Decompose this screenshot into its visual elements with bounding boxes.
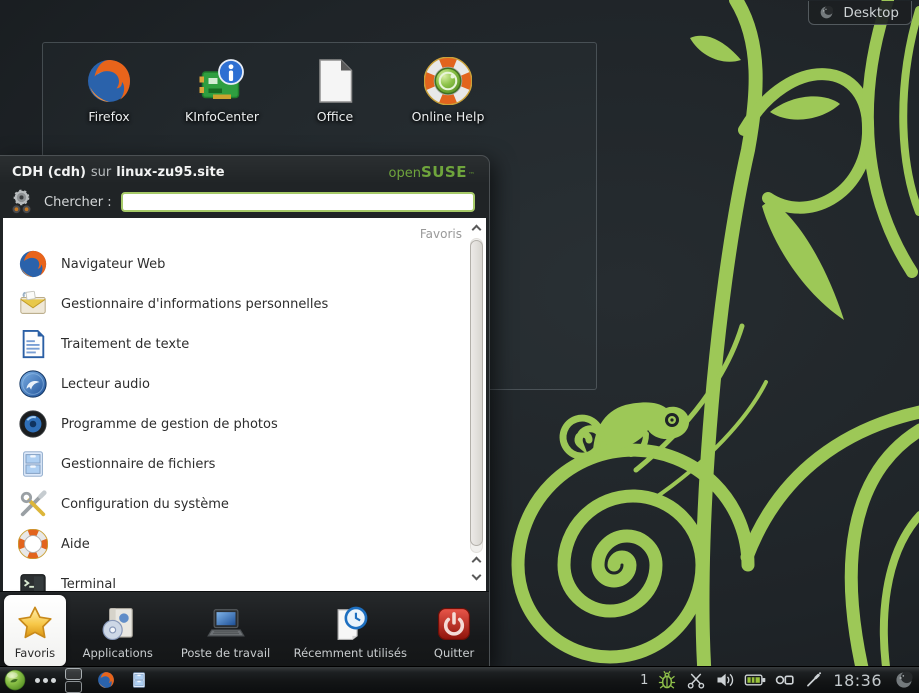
menu-item-system-settings[interactable]: Configuration du système xyxy=(3,484,466,524)
photo-manager-icon xyxy=(18,409,48,439)
search-label: Chercher : xyxy=(44,195,112,210)
menu-item-web-browser[interactable]: Navigateur Web xyxy=(3,244,466,284)
tab-recently-used[interactable]: Récemment utilisés xyxy=(281,592,419,666)
desktop-icon-kinfocenter[interactable]: KInfoCenter xyxy=(167,57,277,124)
tab-favorites[interactable]: Favoris xyxy=(4,595,66,666)
power-icon xyxy=(435,605,473,643)
menu-item-label: Gestionnaire d'informations personnelles xyxy=(61,297,328,312)
file-manager-taskbar-icon[interactable] xyxy=(130,671,148,689)
desktop-icon-label: KInfoCenter xyxy=(185,109,259,124)
application-launcher-button[interactable] xyxy=(4,669,26,691)
desktop-2-switch[interactable] xyxy=(65,681,82,693)
section-label: Favoris xyxy=(420,227,462,241)
tab-leave[interactable]: Quitter xyxy=(419,592,489,666)
menu-item-label: Gestionnaire de fichiers xyxy=(61,457,215,472)
tab-label: Quitter xyxy=(434,646,474,660)
search-input[interactable] xyxy=(121,192,475,212)
menu-item-label: Terminal xyxy=(61,577,116,592)
scrollbar-thumb[interactable] xyxy=(470,240,483,546)
menu-item-photo-manager[interactable]: Programme de gestion de photos xyxy=(3,404,466,444)
network-tool-icon[interactable] xyxy=(804,671,822,689)
host-name: linux-zu95.site xyxy=(116,165,224,180)
word-processor-icon xyxy=(18,329,48,359)
logo-open-text: open xyxy=(389,166,421,181)
desktop-icon-label: Firefox xyxy=(88,109,129,124)
scroll-up-icon[interactable] xyxy=(472,557,482,567)
virtual-desktop-pager[interactable] xyxy=(65,668,82,693)
computer-icon xyxy=(207,605,245,643)
menu-item-terminal[interactable]: Terminal xyxy=(3,564,466,591)
user-name: CDH (cdh) xyxy=(12,165,86,180)
panel-cashew-icon[interactable] xyxy=(893,669,915,691)
digital-clock[interactable]: 18:36 xyxy=(833,671,882,690)
star-icon xyxy=(16,605,54,643)
kontact-icon xyxy=(18,289,48,319)
tray-number: 1 xyxy=(640,673,648,688)
battery-icon[interactable] xyxy=(744,669,766,691)
kickoff-menu: CDH (cdh) sur linux-zu95.site openSUSE™ … xyxy=(0,155,490,667)
menu-item-pim[interactable]: Gestionnaire d'informations personnelles xyxy=(3,284,466,324)
audio-player-icon xyxy=(18,369,48,399)
menu-item-audio-player[interactable]: Lecteur audio xyxy=(3,364,466,404)
toolbox-label: Desktop xyxy=(843,5,899,21)
clipboard-scissors-icon[interactable] xyxy=(686,670,706,690)
desktop-icon-office[interactable]: Office xyxy=(280,57,390,124)
tab-label: Poste de travail xyxy=(181,646,270,660)
tab-computer[interactable]: Poste de travail xyxy=(170,592,282,666)
volume-icon[interactable] xyxy=(715,670,735,690)
firefox-icon xyxy=(85,57,133,105)
menu-item-label: Navigateur Web xyxy=(61,257,165,272)
file-manager-icon xyxy=(18,449,48,479)
kinfocenter-icon xyxy=(198,57,246,105)
desktop-1-switch[interactable] xyxy=(65,668,82,680)
kickoff-tab-bar: Favoris Applications Poste de travail Ré… xyxy=(0,591,489,666)
menu-item-file-manager[interactable]: Gestionnaire de fichiers xyxy=(3,444,466,484)
firefox-taskbar-icon[interactable] xyxy=(97,671,115,689)
panel-dots-menu[interactable] xyxy=(35,678,56,683)
desktop-toolbox[interactable]: Desktop xyxy=(808,1,912,25)
recent-icon xyxy=(331,605,369,643)
applications-icon xyxy=(99,605,137,643)
logo-trademark: ™ xyxy=(468,171,475,179)
menu-item-label: Lecteur audio xyxy=(61,377,150,392)
search-tool-icon xyxy=(8,189,35,216)
cashew-icon xyxy=(818,4,835,21)
scrollbar[interactable] xyxy=(469,222,484,587)
title-separator: sur xyxy=(91,165,111,180)
desktop-icon-online-help[interactable]: Online Help xyxy=(393,57,503,124)
logo-suse-text: SUSE xyxy=(421,163,467,181)
tab-applications[interactable]: Applications xyxy=(66,592,170,666)
menu-item-help[interactable]: Aide xyxy=(3,524,466,564)
tab-label: Favoris xyxy=(15,646,55,660)
scroll-up-icon[interactable] xyxy=(472,225,482,235)
help-icon xyxy=(18,529,48,559)
firefox-icon xyxy=(18,249,48,279)
device-notifier-icon[interactable] xyxy=(775,670,795,690)
menu-item-label: Configuration du système xyxy=(61,497,229,512)
tab-label: Récemment utilisés xyxy=(294,646,407,660)
opensuse-logo: openSUSE™ xyxy=(389,163,476,181)
tab-label: Applications xyxy=(83,646,153,660)
office-document-icon xyxy=(311,57,359,105)
desktop-icon-label: Online Help xyxy=(412,109,485,124)
menu-item-word-processor[interactable]: Traitement de texte xyxy=(3,324,466,364)
menu-item-label: Aide xyxy=(61,537,90,552)
menu-item-label: Programme de gestion de photos xyxy=(61,417,278,432)
online-help-icon xyxy=(424,57,472,105)
scroll-down-icon[interactable] xyxy=(472,571,482,581)
menu-item-label: Traitement de texte xyxy=(61,337,189,352)
kickoff-header: CDH (cdh) sur linux-zu95.site openSUSE™ xyxy=(0,156,489,186)
desktop-screen: Firefox KInfoCenter Office Online Help D… xyxy=(0,0,919,693)
terminal-icon xyxy=(18,569,48,591)
kickoff-favorites-list: Favoris Navigateur Web Gestionnaire d'in… xyxy=(3,218,486,591)
system-settings-icon xyxy=(18,489,48,519)
desktop-icon-label: Office xyxy=(317,109,354,124)
desktop-icon-firefox[interactable]: Firefox xyxy=(54,57,164,124)
bottom-panel: 1 18:36 xyxy=(0,666,919,693)
software-update-bug-icon[interactable] xyxy=(657,670,677,690)
kickoff-search-row: Chercher : xyxy=(0,186,489,218)
